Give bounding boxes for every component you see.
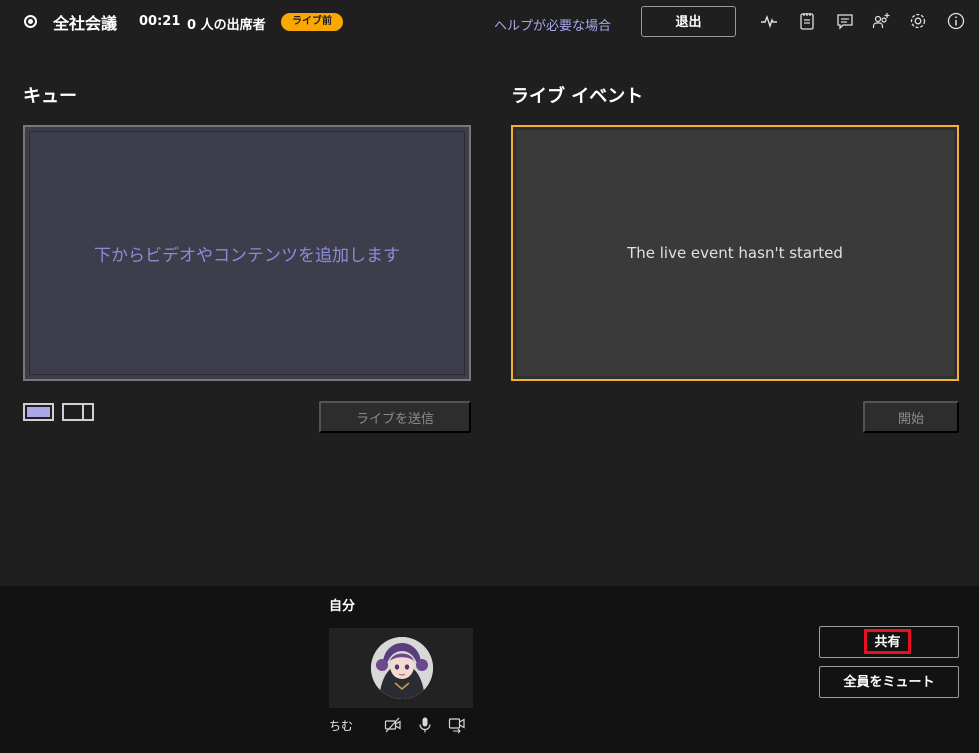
self-name: ちむ xyxy=(329,719,354,733)
exit-button[interactable]: 退出 xyxy=(641,6,736,37)
split-layout-icon[interactable] xyxy=(62,403,94,421)
avatar xyxy=(371,637,433,699)
microphone-icon[interactable] xyxy=(416,716,434,734)
info-icon[interactable] xyxy=(946,11,966,31)
meeting-timer: 00:21 xyxy=(139,14,181,29)
chat-icon[interactable] xyxy=(835,11,855,31)
start-button[interactable]: 開始 xyxy=(863,401,959,433)
notes-icon[interactable] xyxy=(797,11,817,31)
recording-icon xyxy=(24,15,37,28)
live-event-title: ライブ イベント xyxy=(511,86,644,107)
share-button-label: 共有 xyxy=(864,629,911,654)
camera-off-icon[interactable] xyxy=(384,716,402,734)
queue-drop-area: 下からビデオやコンテンツを追加します xyxy=(29,131,465,375)
self-video-tile[interactable] xyxy=(329,628,473,708)
share-button[interactable]: 共有 xyxy=(819,626,959,658)
health-icon[interactable] xyxy=(759,11,779,31)
video-switch-icon[interactable] xyxy=(448,716,466,734)
live-status-text: The live event hasn't started xyxy=(627,244,843,262)
status-badge: ライブ前 xyxy=(281,13,343,31)
self-section-label: 自分 xyxy=(329,599,356,614)
help-link[interactable]: ヘルプが必要な場合 xyxy=(494,15,611,34)
participant-tray: 自分 ちむ 共有 全員をミュート xyxy=(0,586,979,753)
people-add-icon[interactable] xyxy=(871,11,891,31)
live-event-screen: The live event hasn't started xyxy=(516,130,954,376)
live-event-preview: The live event hasn't started xyxy=(511,125,959,381)
queue-preview[interactable]: 下からビデオやコンテンツを追加します xyxy=(23,125,471,381)
queue-title: キュー xyxy=(23,86,77,107)
single-layout-icon[interactable] xyxy=(23,403,54,421)
queue-placeholder: 下からビデオやコンテンツを追加します xyxy=(94,245,400,266)
mute-all-button[interactable]: 全員をミュート xyxy=(819,666,959,698)
attendee-count: 0 人の出席者 xyxy=(187,18,266,33)
settings-icon[interactable] xyxy=(908,11,928,31)
send-live-button[interactable]: ライブを送信 xyxy=(319,401,471,433)
meeting-title: 全社会議 xyxy=(53,14,118,33)
top-bar: 全社会議 00:21 0 人の出席者 ライブ前 ヘルプが必要な場合 退出 xyxy=(0,0,979,44)
